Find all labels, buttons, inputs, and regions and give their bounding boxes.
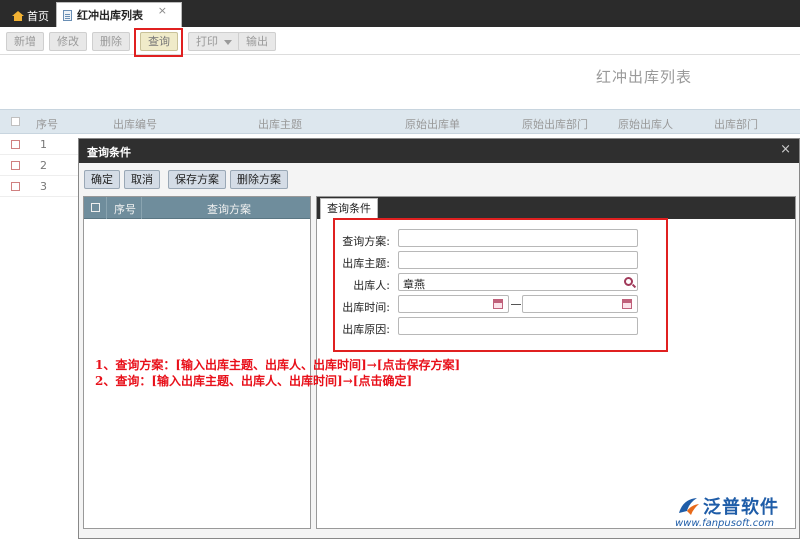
cancel-button[interactable]: 取消 xyxy=(124,170,160,189)
plan-column-name: 查询方案 xyxy=(207,203,251,216)
column-header: 原始出库人 xyxy=(618,118,673,131)
print-label: 打印 xyxy=(196,35,218,48)
column-header: 原始出库部门 xyxy=(522,118,588,131)
condition-highlight-box xyxy=(333,218,668,352)
chevron-down-icon xyxy=(224,39,232,45)
plan-column-number: 序号 xyxy=(114,203,136,216)
confirm-button[interactable]: 确定 xyxy=(84,170,120,189)
row-checkbox[interactable] xyxy=(11,161,20,170)
home-icon xyxy=(12,10,24,21)
select-all-checkbox[interactable] xyxy=(11,117,20,126)
export-button[interactable]: 输出 xyxy=(238,32,276,51)
edit-button[interactable]: 修改 xyxy=(49,32,87,51)
close-icon[interactable]: × xyxy=(780,142,791,157)
instruction-line-1: 1、查询方案：[输入出库主题、出库人、出库时间]→[点击保存方案] xyxy=(95,358,461,372)
column-header: 出库编号 xyxy=(113,118,157,131)
plan-list-header: 序号 查询方案 xyxy=(84,197,310,219)
tab-home-label: 首页 xyxy=(27,9,49,23)
tab-bar: 首页 红冲出库列表 × xyxy=(0,0,800,27)
column-header: 出库部门 xyxy=(714,118,758,131)
plan-select-all-checkbox[interactable] xyxy=(91,203,100,212)
tab-query-condition[interactable]: 查询条件 xyxy=(320,198,378,219)
column-divider xyxy=(141,197,142,219)
tab-home[interactable]: 首页 xyxy=(4,4,57,27)
dialog-toolbar: 确定 取消 保存方案 删除方案 xyxy=(79,163,799,193)
row-number: 3 xyxy=(40,180,47,193)
print-button[interactable]: 打印 xyxy=(188,32,240,51)
logo-name: 泛普软件 xyxy=(703,497,779,518)
tab-red-outbound-list[interactable]: 红冲出库列表 × xyxy=(56,2,182,27)
fanpu-logo: 泛普软件 www.fanpusoft.com xyxy=(673,493,797,533)
column-header: 出库主题 xyxy=(258,118,302,131)
row-checkbox[interactable] xyxy=(11,182,20,191)
column-divider xyxy=(106,197,107,219)
column-header: 原始出库单 xyxy=(405,118,460,131)
row-number: 1 xyxy=(40,138,47,151)
add-button[interactable]: 新增 xyxy=(6,32,44,51)
toolbar: 新增 修改 删除 查询 打印 输出 xyxy=(0,27,800,55)
dialog-title: 查询条件 xyxy=(87,146,131,159)
row-checkbox[interactable] xyxy=(11,140,20,149)
page-title: 红冲出库列表 xyxy=(596,68,693,86)
delete-button[interactable]: 删除 xyxy=(92,32,130,51)
logo-url: www.fanpusoft.com xyxy=(675,518,775,529)
save-plan-button[interactable]: 保存方案 xyxy=(168,170,226,189)
tab-close-icon[interactable]: × xyxy=(158,4,167,17)
logo-mark-icon xyxy=(679,498,699,515)
document-icon xyxy=(63,9,72,21)
delete-plan-button[interactable]: 删除方案 xyxy=(230,170,288,189)
table-header: 序号 出库编号 出库主题 原始出库单 原始出库部门 原始出库人 出库部门 xyxy=(0,109,800,134)
column-header: 序号 xyxy=(36,118,58,131)
tab-active-label: 红冲出库列表 xyxy=(77,9,143,22)
instruction-line-2: 2、查询：[输入出库主题、出库人、出库时间]→[点击确定] xyxy=(95,374,413,388)
dialog-header: 查询条件 × xyxy=(79,139,799,163)
condition-tabbar: 查询条件 xyxy=(317,197,795,219)
query-highlight-box xyxy=(134,28,183,57)
row-number: 2 xyxy=(40,159,47,172)
